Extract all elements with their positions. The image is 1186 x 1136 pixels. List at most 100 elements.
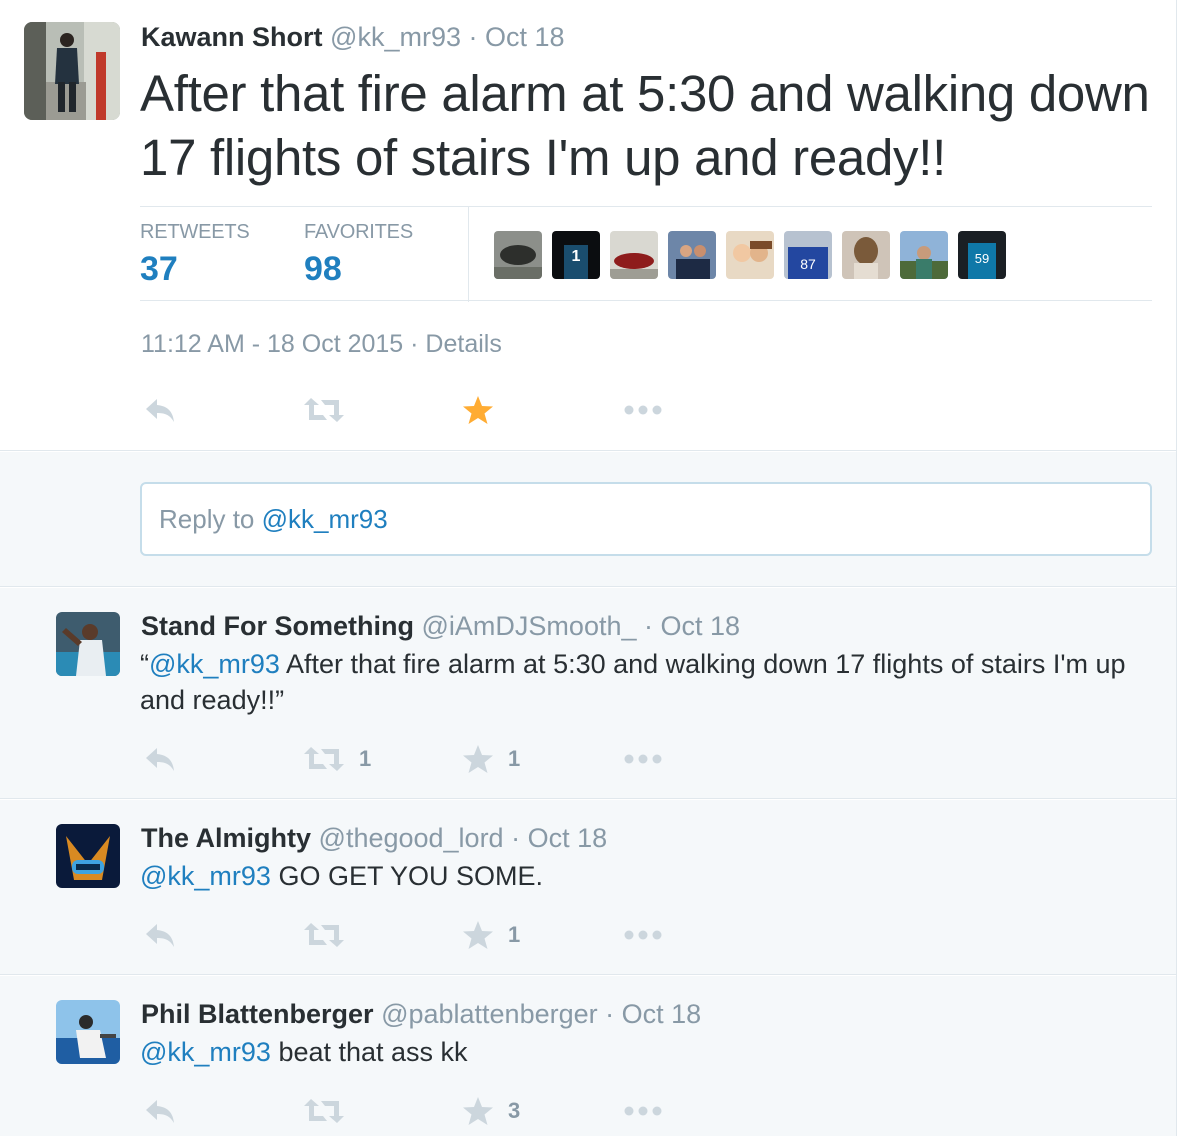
- tweet-text: @kk_mr93 GO GET YOU SOME.: [140, 858, 1150, 894]
- quote-mark: “: [140, 649, 149, 679]
- avatar[interactable]: 59: [958, 231, 1006, 279]
- avatar[interactable]: [668, 231, 716, 279]
- favorite-count: 3: [508, 1098, 521, 1123]
- tweet-body: GO GET YOU SOME.: [270, 861, 544, 891]
- more-button[interactable]: [624, 917, 662, 953]
- separator: ·: [503, 823, 528, 853]
- favorites-stat[interactable]: FAVORITES 98: [304, 221, 413, 289]
- reply-prefix: Reply to: [159, 504, 262, 534]
- favorite-count: 1: [508, 746, 521, 771]
- more-icon: [624, 1106, 662, 1116]
- date[interactable]: Oct 18: [622, 999, 702, 1029]
- more-button[interactable]: [624, 392, 662, 428]
- avatar[interactable]: [610, 231, 658, 279]
- tweet-actions: 1 1: [143, 741, 743, 777]
- main-tweet: Kawann Short @kk_mr93 · Oct 18 After tha…: [0, 0, 1176, 451]
- avatar[interactable]: [900, 231, 948, 279]
- avatar[interactable]: [24, 22, 120, 120]
- star-icon: [463, 1097, 493, 1125]
- date[interactable]: Oct 18: [528, 823, 608, 853]
- separator: ·: [636, 611, 661, 641]
- reply-tweet: The Almighty @thegood_lord · Oct 18 @kk_…: [0, 800, 1176, 975]
- retweets-stat[interactable]: RETWEETS 37: [140, 221, 250, 289]
- fullname[interactable]: Stand For Something: [141, 611, 414, 641]
- more-button[interactable]: [624, 1093, 662, 1129]
- avatar[interactable]: [56, 1000, 120, 1064]
- retweets-count: 37: [140, 250, 178, 288]
- tweet-actions: [143, 392, 743, 428]
- tweet-actions: 3: [143, 1093, 743, 1129]
- mention-link[interactable]: @kk_mr93: [140, 861, 271, 891]
- avatar[interactable]: [726, 231, 774, 279]
- avatar[interactable]: 1: [552, 231, 600, 279]
- avatar[interactable]: 87: [784, 231, 832, 279]
- more-icon: [624, 930, 662, 940]
- tweet-header: Phil Blattenberger @pablattenberger · Oc…: [141, 999, 701, 1030]
- reply-icon: [146, 748, 174, 771]
- timestamp[interactable]: 11:12 AM - 18 Oct 2015: [141, 330, 403, 358]
- avatar[interactable]: [56, 824, 120, 888]
- separator: ·: [403, 330, 426, 358]
- more-icon: [624, 754, 662, 764]
- handle[interactable]: @iAmDJSmooth_: [422, 611, 637, 641]
- reply-icon: [146, 1100, 174, 1123]
- star-icon: [463, 396, 493, 424]
- retweet-count: 1: [359, 746, 372, 771]
- favorite-count: 1: [508, 922, 521, 947]
- favorite-button[interactable]: 3: [462, 1093, 520, 1129]
- fullname[interactable]: The Almighty: [141, 823, 311, 853]
- svg-text:59: 59: [975, 251, 989, 266]
- tweet-text: After that fire alarm at 5:30 and walkin…: [140, 65, 1150, 186]
- details-link[interactable]: Details: [425, 330, 501, 358]
- reply-button[interactable]: [143, 1093, 177, 1129]
- favorite-button[interactable]: 1: [462, 917, 520, 953]
- tweet-text: @kk_mr93 beat that ass kk: [140, 1034, 1150, 1070]
- more-button[interactable]: [624, 741, 662, 777]
- handle[interactable]: @pablattenberger: [381, 999, 598, 1029]
- tweet-header: Stand For Something @iAmDJSmooth_ · Oct …: [141, 611, 740, 642]
- separator: ·: [597, 999, 622, 1029]
- svg-text:1: 1: [572, 248, 581, 265]
- retweet-button[interactable]: [303, 392, 345, 428]
- tweet-meta: 11:12 AM - 18 Oct 2015 · Details: [141, 330, 502, 359]
- retweet-button[interactable]: [303, 1093, 345, 1129]
- reply-icon: [146, 399, 174, 422]
- mention-link[interactable]: @kk_mr93: [140, 1037, 271, 1067]
- reply-button[interactable]: [143, 917, 177, 953]
- reply-input[interactable]: Reply to @kk_mr93: [140, 482, 1152, 556]
- fullname[interactable]: Phil Blattenberger: [141, 999, 374, 1029]
- favorites-label: FAVORITES: [304, 221, 413, 243]
- avatar[interactable]: [842, 231, 890, 279]
- stats-bar: RETWEETS 37 FAVORITES 98 1 87 59: [140, 206, 1152, 302]
- handle[interactable]: @thegood_lord: [319, 823, 504, 853]
- tweet-body: After that fire alarm at 5:30 and walkin…: [140, 649, 1126, 715]
- reply-button[interactable]: [143, 741, 177, 777]
- fullname[interactable]: Kawann Short: [141, 22, 323, 52]
- star-icon: [463, 745, 493, 773]
- date[interactable]: Oct 18: [485, 22, 565, 52]
- favorite-button[interactable]: [462, 392, 494, 428]
- retweet-icon: [304, 1099, 344, 1123]
- reply-area: Reply to @kk_mr93: [0, 452, 1176, 587]
- avatar[interactable]: [56, 612, 120, 676]
- handle[interactable]: @kk_mr93: [330, 22, 461, 52]
- reply-tweet: Phil Blattenberger @pablattenberger · Oc…: [0, 976, 1176, 1136]
- reply-button[interactable]: [143, 392, 177, 428]
- retweet-icon: [304, 747, 344, 771]
- retweet-button[interactable]: [303, 917, 345, 953]
- tweet-body: beat that ass kk: [270, 1037, 468, 1067]
- retweet-icon: [304, 923, 344, 947]
- mention-link[interactable]: @kk_mr93: [149, 649, 280, 679]
- retweet-button[interactable]: 1: [303, 741, 371, 777]
- tweet-text: “@kk_mr93 After that fire alarm at 5:30 …: [140, 646, 1150, 718]
- more-icon: [624, 405, 662, 415]
- avatar[interactable]: [494, 231, 542, 279]
- separator: ·: [460, 22, 485, 52]
- favorite-button[interactable]: 1: [462, 741, 520, 777]
- favorites-count: 98: [304, 250, 342, 288]
- star-icon: [463, 921, 493, 949]
- tweet-header: Kawann Short @kk_mr93 · Oct 18: [141, 22, 565, 53]
- reply-icon: [146, 924, 174, 947]
- date[interactable]: Oct 18: [661, 611, 741, 641]
- favoriter-avatars: 1 87 59: [494, 231, 1006, 279]
